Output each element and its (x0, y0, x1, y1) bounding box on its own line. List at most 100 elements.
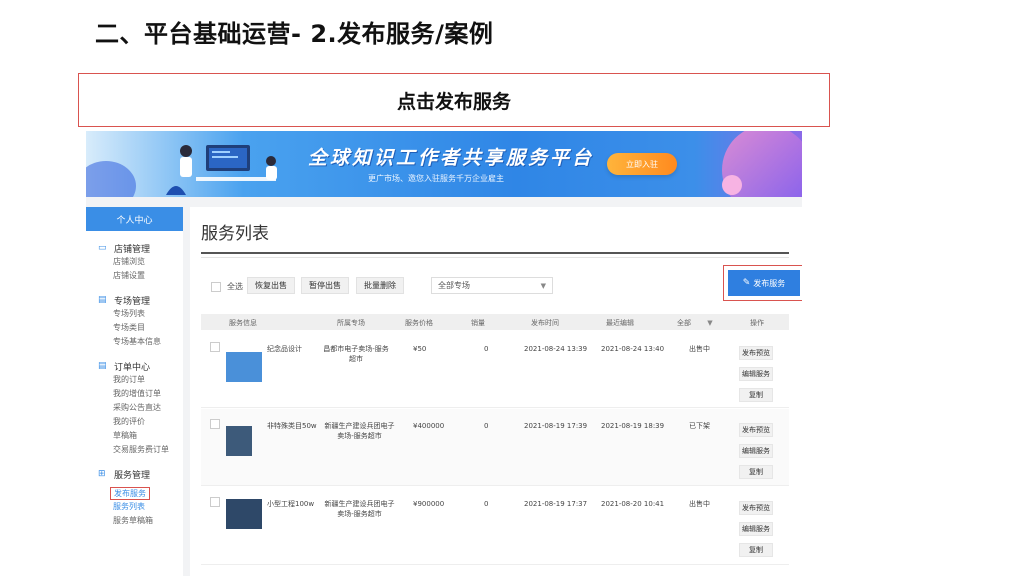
table-header: 服务信息 所属专场 服务价格 销量 发布时间 最近编辑 全部 ▼ 操作 (201, 314, 789, 330)
sidebar-group-label: 服务管理 (114, 470, 151, 481)
banner-subtitle: 更广市场、邀您入驻服务千万企业雇主 (368, 174, 504, 183)
service-thumbnail[interactable] (226, 352, 262, 382)
banner-title: 全球知识工作者共享服务平台 (308, 147, 595, 169)
service-market: 新疆生产建设兵团电子卖场-服务超市 (324, 422, 395, 440)
resume-sale-button[interactable]: 恢复出售 (247, 277, 295, 294)
sidebar-item-store-settings[interactable]: 店铺设置 (98, 269, 183, 283)
sidebar-group-store: ▭ 店铺管理 店铺浏览 店铺设置 (86, 241, 183, 283)
sidebar-item-market-info[interactable]: 专场基本信息 (98, 335, 183, 349)
document-icon: ▤ (98, 361, 107, 371)
publish-time: 2021-08-19 17:37 (524, 500, 588, 508)
edit-time: 2021-08-19 18:39 (601, 422, 665, 430)
service-sales: 0 (484, 345, 489, 353)
edit-time: 2021-08-24 13:40 (601, 345, 665, 353)
service-name[interactable]: 纪念品设计 (267, 344, 322, 354)
service-market: 新疆生产建设兵团电子卖场-服务超市 (324, 500, 395, 518)
grid-icon: ⊞ (98, 469, 106, 479)
sidebar-item-publish-service[interactable]: 发布服务 (110, 487, 150, 500)
sidebar-item-drafts[interactable]: 草稿箱 (98, 429, 183, 443)
sidebar-item-store-browse[interactable]: 店铺浏览 (98, 255, 183, 269)
select-all-checkbox[interactable] (211, 281, 221, 292)
copy-button[interactable]: 复制 (739, 388, 773, 402)
service-price: ¥50 (413, 345, 427, 353)
status-badge: 出售中 (689, 500, 710, 508)
service-sales: 0 (484, 422, 489, 430)
sidebar-item-addon-orders[interactable]: 我的增值订单 (98, 387, 183, 401)
decor-blob (722, 175, 742, 195)
table-row: 纪念品设计 昌都市电子卖场-服务超市 ¥50 0 2021-08-24 13:3… (201, 332, 789, 408)
sidebar-group-title[interactable]: ▭ 店铺管理 (98, 241, 183, 255)
workers-illustration-icon (166, 145, 277, 195)
sidebar-group-market: ▤ 专场管理 专场列表 专场类目 专场基本信息 (86, 293, 183, 349)
column-header: 最近编辑 (606, 319, 634, 327)
service-name[interactable]: 非特殊类目50w (267, 421, 317, 431)
select-all-label: 全选 (227, 282, 243, 291)
service-thumbnail[interactable] (226, 426, 252, 456)
sidebar-item-reviews[interactable]: 我的评价 (98, 415, 183, 429)
preview-button[interactable]: 发布预览 (739, 346, 773, 360)
divider (201, 252, 789, 254)
sidebar-group-label: 订单中心 (114, 362, 151, 373)
copy-button[interactable]: 复制 (739, 465, 773, 479)
row-checkbox[interactable] (210, 419, 220, 429)
column-header: 操作 (750, 319, 764, 327)
market-select[interactable]: 全部专场 ▼ (431, 277, 553, 294)
chevron-down-icon: ▼ (707, 319, 713, 327)
market-select-value: 全部专场 (438, 281, 470, 290)
row-checkbox[interactable] (210, 342, 220, 352)
table-row: 小型工程100w 新疆生产建设兵团电子卖场-服务超市 ¥900000 0 202… (201, 487, 789, 565)
select-all[interactable]: 全选 (211, 281, 243, 292)
publish-time: 2021-08-24 13:39 (524, 345, 588, 353)
status-badge: 出售中 (689, 345, 710, 353)
preview-button[interactable]: 发布预览 (739, 501, 773, 515)
preview-button[interactable]: 发布预览 (739, 423, 773, 437)
instruction-callout: 点击发布服务 (78, 73, 830, 127)
sidebar-group-title[interactable]: ▤ 订单中心 (98, 359, 183, 373)
page-title: 服务列表 (201, 224, 269, 244)
column-header: 所属专场 (337, 319, 365, 327)
service-market: 昌都市电子卖场-服务超市 (323, 345, 389, 363)
row-checkbox[interactable] (210, 497, 220, 507)
edit-service-button[interactable]: 编辑服务 (739, 444, 773, 458)
service-price: ¥900000 (413, 500, 445, 508)
main-panel: 服务列表 全选 恢复出售 暂停出售 批量删除 全部专场 ▼ ✎ 发布服务 服务信… (190, 207, 802, 576)
table-row: 非特殊类目50w 新疆生产建设兵团电子卖场-服务超市 ¥400000 0 202… (201, 409, 789, 486)
sidebar-item-procurement[interactable]: 采购公告直达 (98, 401, 183, 415)
copy-button[interactable]: 复制 (739, 543, 773, 557)
join-now-button[interactable]: 立即入驻 (607, 153, 677, 175)
sidebar-group-services: ⊞ 服务管理 发布服务 服务列表 服务草稿箱 (86, 467, 183, 528)
service-price: ¥400000 (413, 422, 445, 430)
publish-service-button[interactable]: ✎ 发布服务 (728, 270, 800, 296)
sidebar-group-label: 专场管理 (114, 296, 151, 307)
service-name[interactable]: 小型工程100w (267, 499, 322, 509)
divider (201, 257, 789, 258)
sidebar-item-service-list[interactable]: 服务列表 (98, 500, 183, 514)
sidebar-group-title[interactable]: ▤ 专场管理 (98, 293, 183, 307)
sidebar-item-fee-orders[interactable]: 交易服务费订单 (98, 443, 183, 457)
sidebar-item-market-category[interactable]: 专场类目 (98, 321, 183, 335)
pause-sale-button[interactable]: 暂停出售 (301, 277, 349, 294)
edit-service-button[interactable]: 编辑服务 (739, 522, 773, 536)
column-header: 销量 (471, 319, 485, 327)
edit-service-button[interactable]: 编辑服务 (739, 367, 773, 381)
service-thumbnail[interactable] (226, 499, 262, 529)
sidebar-item-my-orders[interactable]: 我的订单 (98, 373, 183, 387)
sidebar-group-title[interactable]: ⊞ 服务管理 (98, 467, 183, 481)
sidebar-item-market-list[interactable]: 专场列表 (98, 307, 183, 321)
publish-time: 2021-08-19 17:39 (524, 422, 588, 430)
sidebar-item-service-drafts[interactable]: 服务草稿箱 (98, 514, 183, 528)
batch-delete-button[interactable]: 批量删除 (356, 277, 404, 294)
document-icon: ▤ (98, 295, 107, 305)
status-badge: 已下架 (689, 422, 710, 430)
status-filter-label: 全部 (677, 319, 691, 327)
toolbar: 全选 恢复出售 暂停出售 批量删除 全部专场 ▼ ✎ 发布服务 (201, 265, 802, 301)
edit-icon: ✎ (742, 278, 751, 288)
promo-banner[interactable]: 全球知识工作者共享服务平台 更广市场、邀您入驻服务千万企业雇主 立即入驻 (86, 131, 802, 197)
publish-service-label: 发布服务 (753, 278, 786, 288)
status-filter[interactable]: 全部 ▼ (677, 318, 713, 328)
column-header: 发布时间 (531, 319, 559, 327)
screenshot-frame: 全球知识工作者共享服务平台 更广市场、邀您入驻服务千万企业雇主 立即入驻 个人中… (86, 131, 802, 576)
sidebar-header[interactable]: 个人中心 (86, 207, 183, 231)
column-header: 服务信息 (229, 319, 257, 327)
column-header: 服务价格 (405, 319, 433, 327)
